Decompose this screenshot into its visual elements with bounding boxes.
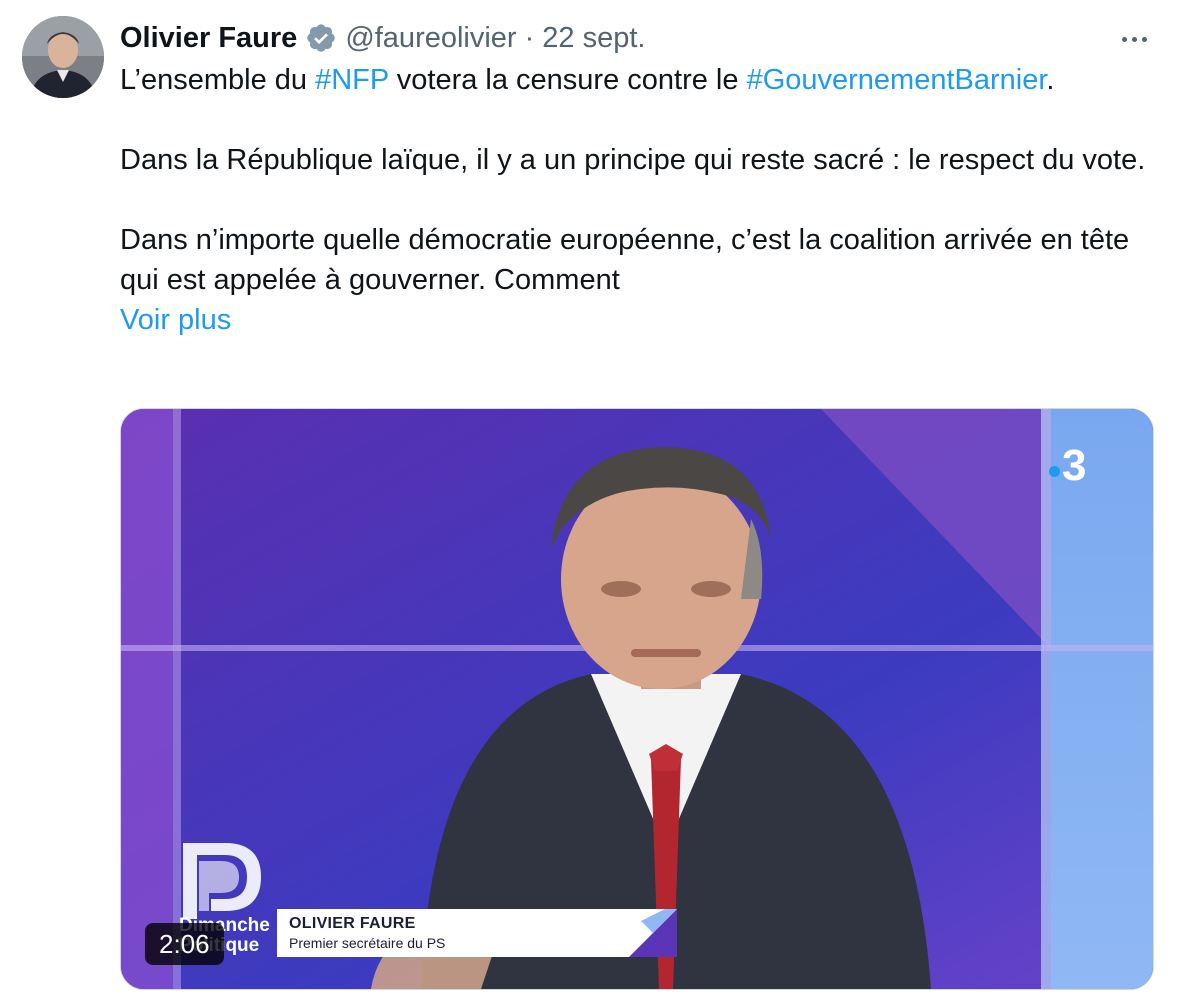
tweet-date[interactable]: 22 sept.	[542, 22, 645, 55]
tweet-paragraph-3: Dans n’importe quelle démocratie europée…	[120, 224, 1130, 296]
author-handle[interactable]: @faureolivier	[345, 22, 516, 55]
lower-third-caption: OLIVIER FAURE Premier secrétaire du PS	[277, 909, 677, 957]
avatar-image	[22, 16, 104, 98]
lower-third-title: Premier secrétaire du PS	[289, 935, 446, 951]
verified-badge-icon[interactable]	[305, 22, 337, 54]
tweet-paragraph-1: L’ensemble du #NFP votera la censure con…	[120, 60, 1150, 100]
avatar[interactable]	[22, 16, 104, 98]
author-display-name[interactable]: Olivier Faure	[120, 22, 297, 55]
video-thumbnail	[121, 409, 1153, 989]
tweet-paragraph-2: Dans la République laïque, il y a un pri…	[120, 144, 1146, 176]
video-duration-badge: 2:06	[145, 923, 224, 965]
lower-third-name: OLIVIER FAURE	[289, 915, 416, 932]
tweet-header: Olivier Faure @faureolivier · 22 sept.	[120, 18, 645, 58]
text-segment: .	[1046, 64, 1055, 96]
show-more-link[interactable]: Voir plus	[120, 304, 231, 336]
more-options-icon[interactable]	[1112, 24, 1156, 54]
lower-third-accent-icon	[629, 909, 677, 957]
hashtag-gouvernement-barnier-link[interactable]: #GouvernementBarnier	[747, 64, 1047, 96]
text-segment: L’ensemble du	[120, 64, 316, 96]
show-logo-icon	[183, 843, 261, 919]
hashtag-nfp-link[interactable]: #NFP	[315, 64, 389, 96]
channel-logo: 3	[1049, 441, 1086, 491]
text-segment: votera la censure contre le	[388, 64, 747, 96]
tweet-text: L’ensemble du #NFP votera la censure con…	[120, 60, 1150, 340]
video-player[interactable]: 3 Dimanche Politique OLIVIER FAURE Premi…	[120, 408, 1154, 990]
header-separator: ·	[524, 21, 535, 54]
tweet[interactable]: Olivier Faure @faureolivier · 22 sept. L…	[0, 0, 1180, 1004]
